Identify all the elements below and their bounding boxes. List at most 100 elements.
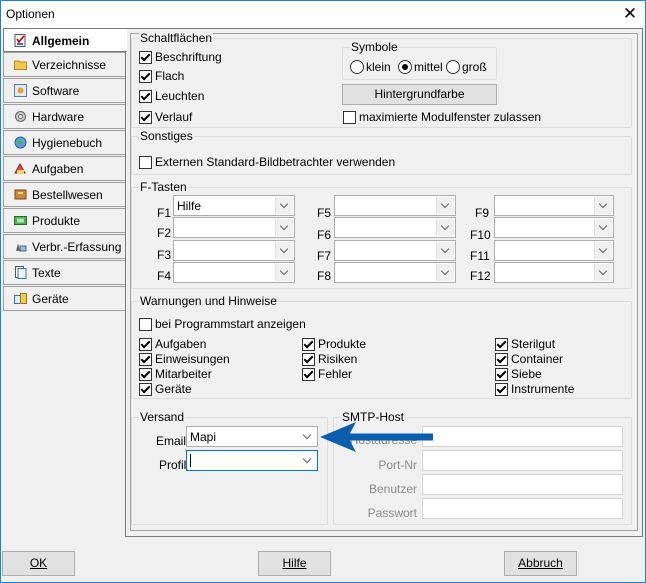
f1-combo[interactable]: Hilfe	[173, 195, 295, 216]
chevron-down-icon[interactable]	[594, 197, 612, 214]
checkbox-box[interactable]	[139, 338, 152, 351]
tab-verzeichnisse[interactable]: Verzeichnisse	[3, 52, 125, 77]
versand-title: Versand	[139, 410, 186, 424]
chevron-down-icon[interactable]	[275, 219, 293, 236]
tasks-icon	[14, 162, 26, 174]
consumption-icon	[16, 243, 27, 252]
benutzer-input[interactable]	[422, 474, 623, 495]
chevron-down-icon[interactable]	[275, 197, 293, 214]
chevron-down-icon[interactable]	[275, 242, 293, 259]
devices-icon	[14, 293, 27, 304]
f9-label: F9	[475, 206, 490, 220]
checkbox-box[interactable]	[139, 111, 152, 124]
email-label: Email	[156, 434, 187, 448]
f7-label: F7	[317, 249, 332, 263]
symbole-title: Symbole	[350, 40, 399, 54]
chevron-down-icon[interactable]	[594, 242, 612, 259]
hostadresse-input[interactable]	[422, 426, 623, 447]
benutzer-label: Benutzer	[368, 482, 417, 496]
checkbox-box[interactable]	[139, 368, 152, 381]
f3-combo[interactable]	[173, 240, 295, 261]
chevron-down-icon[interactable]	[436, 219, 454, 236]
chevron-down-icon[interactable]	[436, 264, 454, 281]
profil-label: Profil	[159, 458, 187, 472]
email-combo[interactable]: Mapi	[186, 426, 318, 447]
radio-circle[interactable]	[350, 60, 364, 74]
passwort-label: Passwort	[367, 506, 417, 520]
order-icon	[14, 189, 27, 200]
port-input[interactable]	[422, 450, 623, 471]
tab-allgemein[interactable]: Allgemein	[3, 28, 127, 52]
document-icon	[15, 266, 27, 279]
window-title: Optionen	[6, 7, 55, 21]
checkbox-box[interactable]	[139, 353, 152, 366]
annotation-arrow	[320, 422, 433, 452]
tab-bestellwesen[interactable]: Bestellwesen	[3, 182, 125, 207]
f4-combo[interactable]	[173, 262, 295, 283]
f4-label: F4	[157, 269, 172, 283]
checkbox-box[interactable]	[139, 70, 152, 83]
checkbox-box[interactable]	[495, 383, 508, 396]
tab-hygienebuch[interactable]: Hygienebuch	[3, 130, 125, 155]
f11-combo[interactable]	[494, 240, 614, 261]
tab-texte[interactable]: Texte	[3, 260, 125, 285]
f2-label: F2	[157, 226, 172, 240]
profil-combo[interactable]	[186, 450, 318, 471]
chevron-down-icon[interactable]	[436, 197, 454, 214]
close-icon[interactable]: ✕	[615, 1, 645, 27]
chevron-down-icon[interactable]	[275, 264, 293, 281]
tab-geraete[interactable]: Geräte	[3, 286, 125, 311]
chevron-down-icon[interactable]	[299, 428, 316, 445]
chevron-down-icon[interactable]	[594, 219, 612, 236]
tab-software[interactable]: Software	[3, 78, 125, 103]
chevron-down-icon[interactable]	[299, 452, 316, 469]
ok-button[interactable]: OK	[2, 551, 75, 576]
tab-produkte[interactable]: Produkte	[3, 208, 125, 233]
hintergrundfarbe-button[interactable]: Hintergrundfarbe	[342, 84, 497, 105]
checkbox-box[interactable]	[139, 318, 152, 331]
sonstiges-title: Sonstiges	[139, 129, 194, 143]
checkbox-box[interactable]	[139, 51, 152, 64]
checkbox-box[interactable]	[139, 383, 152, 396]
abbruch-button[interactable]: Abbruch	[504, 551, 577, 576]
f6-combo[interactable]	[334, 217, 456, 238]
tab-hardware[interactable]: Hardware	[3, 104, 125, 129]
radio-circle[interactable]	[398, 60, 412, 74]
tab-aufgaben[interactable]: Aufgaben	[3, 156, 125, 181]
f5-label: F5	[317, 206, 332, 220]
software-icon	[14, 84, 27, 97]
tab-verbr-erfassung[interactable]: Verbr.-Erfassung	[3, 234, 125, 259]
checkbox-box[interactable]	[302, 338, 315, 351]
chevron-down-icon[interactable]	[436, 242, 454, 259]
checkbox-box[interactable]	[139, 90, 152, 103]
radio-circle[interactable]	[446, 60, 460, 74]
checkbox-box[interactable]	[495, 368, 508, 381]
checkbox-box[interactable]	[495, 338, 508, 351]
checkbox-box[interactable]	[495, 353, 508, 366]
checkbox-box[interactable]	[139, 156, 152, 169]
schaltflaechen-title: Schaltflächen	[139, 31, 214, 45]
products-icon	[14, 216, 27, 225]
checkbox-box[interactable]	[302, 368, 315, 381]
f5-combo[interactable]	[334, 195, 456, 216]
f11-label: F11	[470, 249, 490, 263]
warnungen-title: Warnungen und Hinweise	[139, 294, 278, 308]
f1-label: F1	[157, 206, 172, 220]
hilfe-button[interactable]: Hilfe	[258, 551, 331, 576]
chevron-down-icon[interactable]	[594, 264, 612, 281]
f2-combo[interactable]	[173, 217, 295, 238]
f6-label: F6	[317, 228, 332, 242]
text-cursor	[190, 454, 191, 467]
checkbox-box[interactable]	[302, 353, 315, 366]
f10-combo[interactable]	[494, 217, 614, 238]
f9-combo[interactable]	[494, 195, 614, 216]
f12-label: F12	[470, 269, 491, 283]
gear-icon	[15, 111, 26, 122]
passwort-input[interactable]	[422, 498, 623, 519]
f3-label: F3	[157, 248, 172, 262]
f8-combo[interactable]	[334, 262, 456, 283]
f7-combo[interactable]	[334, 240, 456, 261]
checkbox-box[interactable]	[343, 111, 356, 124]
ftasten-title: F-Tasten	[139, 180, 188, 194]
f12-combo[interactable]	[494, 262, 614, 283]
